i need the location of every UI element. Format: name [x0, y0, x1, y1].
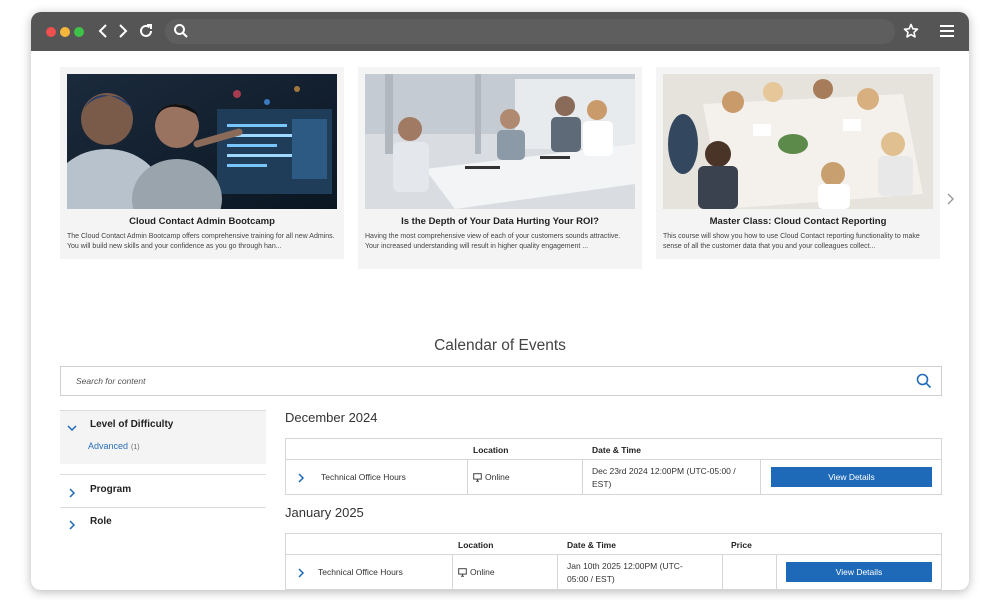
view-details-button[interactable]: View Details [771, 467, 932, 487]
reload-icon[interactable] [137, 22, 155, 40]
column-header-datetime: Date & Time [592, 445, 641, 455]
event-location-label: Online [470, 567, 495, 577]
events-table: Location Date & Time Technical Office Ho… [285, 438, 942, 495]
event-datetime-line2: EST) [592, 479, 612, 489]
bookmark-star-icon[interactable] [903, 23, 919, 44]
event-datetime-line2: 05:00 / EST) [567, 574, 615, 584]
table-header: Location Date & Time [286, 439, 941, 460]
column-header-datetime: Date & Time [567, 540, 616, 550]
filter-option-label[interactable]: Advanced [88, 441, 128, 451]
table-row: Technical Office Hours Online Jan 10th 2… [286, 555, 941, 589]
monitor-icon [473, 472, 482, 482]
course-card-description: Having the most comprehensive view of ea… [365, 233, 621, 250]
event-datetime-line1: Dec 23rd 2024 12:00PM (UTC-05:00 / [592, 466, 736, 476]
address-bar[interactable] [165, 19, 895, 44]
expand-row-chevron-icon[interactable] [296, 471, 306, 489]
filter-program[interactable]: Program [60, 474, 266, 507]
browser-toolbar [31, 12, 969, 51]
filter-difficulty-label[interactable]: Level of Difficulty [90, 419, 173, 430]
carousel-next-chevron-icon[interactable] [944, 191, 958, 207]
event-name[interactable]: Technical Office Hours [318, 567, 403, 577]
browser-window: Cloud Contact Admin Bootcamp The Cloud C… [31, 12, 969, 590]
filter-option-advanced[interactable]: Advanced (1) [88, 441, 140, 451]
minimize-window-button[interactable] [60, 27, 70, 37]
filter-role-label[interactable]: Role [90, 516, 112, 527]
column-header-location: Location [458, 540, 494, 550]
search-input[interactable] [61, 367, 901, 395]
filter-difficulty: Level of Difficulty Advanced (1) [60, 410, 266, 464]
view-details-button[interactable]: View Details [786, 562, 932, 582]
course-card-title[interactable]: Is the Depth of Your Data Hurting Your R… [358, 216, 642, 227]
course-card-image [67, 74, 337, 209]
maximize-window-button[interactable] [74, 27, 84, 37]
event-location: Online [458, 567, 495, 577]
filter-option-count: (1) [131, 444, 140, 451]
event-location-label: Online [485, 472, 510, 482]
chevron-down-icon[interactable] [67, 420, 77, 432]
event-name[interactable]: Technical Office Hours [321, 472, 406, 482]
course-card-image [663, 74, 933, 209]
column-header-price: Price [731, 540, 752, 550]
filter-program-label[interactable]: Program [90, 484, 131, 495]
event-datetime: Dec 23rd 2024 12:00PM (UTC-05:00 / EST) [592, 465, 736, 491]
calendar-title: Calendar of Events [434, 337, 566, 354]
month-heading: January 2025 [285, 505, 364, 520]
event-location: Online [473, 472, 510, 482]
course-card-image [365, 74, 635, 209]
monitor-icon [458, 567, 467, 577]
event-datetime: Jan 10th 2025 12:00PM (UTC- 05:00 / EST) [567, 560, 683, 586]
filter-sidebar: Level of Difficulty Advanced (1) Program … [60, 410, 266, 540]
chevron-right-icon[interactable] [67, 517, 77, 530]
course-card-title[interactable]: Master Class: Cloud Contact Reporting [656, 216, 940, 227]
table-row: Technical Office Hours Online Dec 23rd 2… [286, 460, 941, 494]
month-heading: December 2024 [285, 410, 378, 425]
menu-icon[interactable] [939, 23, 955, 44]
chevron-right-icon[interactable] [67, 485, 77, 498]
content-search-box [60, 366, 942, 396]
course-card-description: This course will show you how to use Clo… [663, 233, 920, 250]
course-card[interactable]: Cloud Contact Admin Bootcamp The Cloud C… [60, 67, 344, 259]
course-card-title[interactable]: Cloud Contact Admin Bootcamp [60, 216, 344, 227]
forward-arrow-icon[interactable] [114, 22, 132, 40]
close-window-button[interactable] [46, 27, 56, 37]
event-datetime-line1: Jan 10th 2025 12:00PM (UTC- [567, 561, 683, 571]
search-icon[interactable] [916, 373, 932, 389]
back-arrow-icon[interactable] [95, 22, 113, 40]
course-card[interactable]: Master Class: Cloud Contact Reporting Th… [656, 67, 940, 259]
filter-role[interactable]: Role [60, 507, 266, 540]
course-card[interactable]: Is the Depth of Your Data Hurting Your R… [358, 67, 642, 269]
search-icon [173, 23, 189, 44]
events-table: Location Date & Time Price Technical Off… [285, 533, 942, 590]
column-header-location: Location [473, 445, 509, 455]
expand-row-chevron-icon[interactable] [296, 566, 306, 584]
page-content: Cloud Contact Admin Bootcamp The Cloud C… [31, 51, 969, 590]
course-card-description: The Cloud Contact Admin Bootcamp offers … [67, 233, 335, 250]
table-header: Location Date & Time Price [286, 534, 941, 555]
